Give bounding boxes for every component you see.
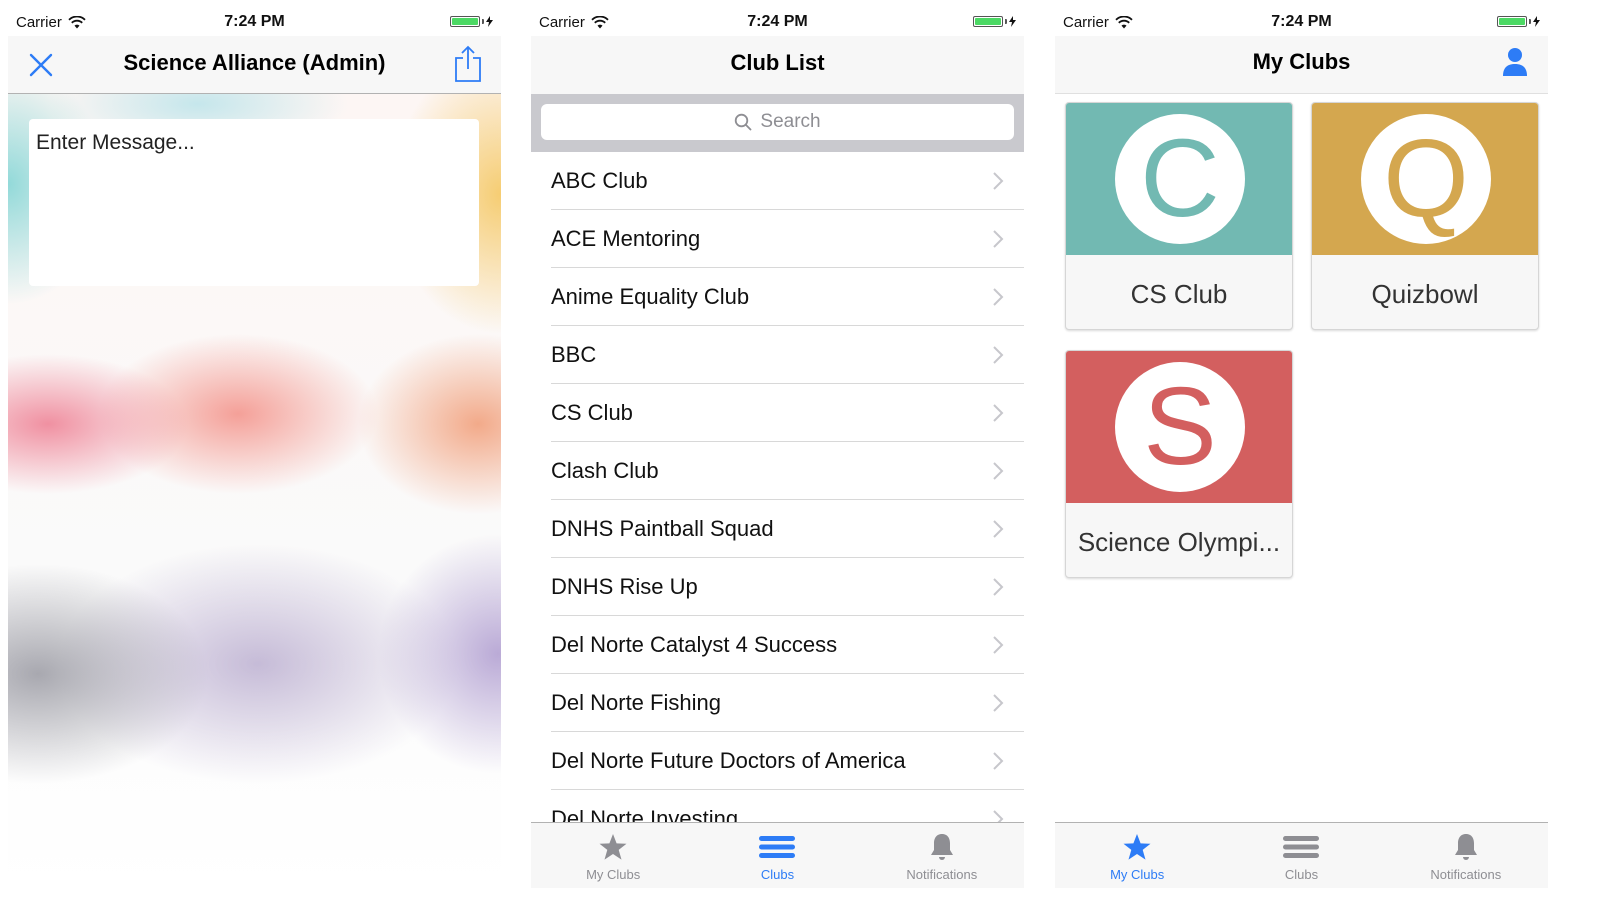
tab-label: My Clubs xyxy=(586,867,641,882)
tab-label: Clubs xyxy=(1284,867,1319,882)
person-icon xyxy=(1503,48,1527,76)
club-name: ABC Club xyxy=(551,168,648,193)
tab-label: Notifications xyxy=(906,867,978,882)
list-item[interactable]: ACE Mentoring xyxy=(531,210,1024,268)
tab-notifications[interactable]: Notifications xyxy=(1384,823,1548,888)
chevron-right-icon xyxy=(993,694,1004,712)
chevron-right-icon xyxy=(993,172,1004,190)
tab-my-clubs[interactable]: My Clubs xyxy=(1055,823,1219,888)
card-name: Science Olympi... xyxy=(1077,527,1281,557)
charging-bolt-icon xyxy=(486,16,493,27)
star-icon xyxy=(599,834,627,860)
tab-bar: My Clubs Clubs Notifications xyxy=(531,822,1024,888)
star-icon xyxy=(1123,834,1151,860)
list-item[interactable]: CS Club xyxy=(531,384,1024,442)
list-icon xyxy=(1283,836,1320,858)
card-name: Quizbowl xyxy=(1371,279,1479,309)
club-name: Del Norte Fishing xyxy=(551,690,721,715)
club-name: Del Norte Future Doctors of America xyxy=(551,748,906,773)
compose-screen: Carrier 7:24 PM Science Alliance (Admin) xyxy=(8,10,501,888)
page-title: Science Alliance (Admin) xyxy=(123,50,386,75)
card-letter: S xyxy=(1143,365,1217,488)
club-card-cs[interactable]: C CS Club xyxy=(1065,102,1293,330)
list-item[interactable]: Clash Club xyxy=(531,442,1024,500)
bell-icon xyxy=(930,834,953,860)
status-time: 7:24 PM xyxy=(224,13,285,30)
profile-button[interactable] xyxy=(1500,46,1530,78)
list-item[interactable]: Del Norte Future Doctors of America xyxy=(531,732,1024,790)
list-item[interactable]: Del Norte Catalyst 4 Success xyxy=(531,616,1024,674)
battery-icon xyxy=(1497,16,1540,27)
list-item[interactable]: ABC Club xyxy=(531,152,1024,210)
search-input[interactable]: Search xyxy=(541,104,1014,140)
club-card-science-olympiad[interactable]: S Science Olympi... xyxy=(1065,350,1293,578)
club-name: Del Norte Catalyst 4 Success xyxy=(551,632,838,657)
search-placeholder: Search xyxy=(760,111,821,132)
tab-bar: My Clubs Clubs Notifications xyxy=(1055,822,1548,888)
nav-bar: Science Alliance (Admin) xyxy=(8,36,501,94)
chevron-right-icon xyxy=(993,288,1004,306)
club-name: DNHS Rise Up xyxy=(551,574,698,599)
list-icon xyxy=(759,836,796,858)
list-item[interactable]: BBC xyxy=(531,326,1024,384)
card-letter: C xyxy=(1140,117,1220,240)
club-name: Anime Equality Club xyxy=(551,284,750,309)
message-input[interactable] xyxy=(29,119,479,286)
chevron-right-icon xyxy=(993,346,1004,364)
list-item[interactable]: DNHS Paintball Squad xyxy=(531,500,1024,558)
club-name: DNHS Paintball Squad xyxy=(551,516,774,541)
club-name: Clash Club xyxy=(551,458,659,483)
tab-my-clubs[interactable]: My Clubs xyxy=(531,823,695,888)
charging-bolt-icon xyxy=(1009,16,1016,27)
nav-bar: Club List xyxy=(531,36,1024,94)
share-button[interactable] xyxy=(453,44,483,84)
status-time: 7:24 PM xyxy=(1271,13,1332,30)
club-list-screen: Carrier 7:24 PM Club List Search ABC Clu… xyxy=(531,10,1024,888)
chevron-right-icon xyxy=(993,462,1004,480)
list-item[interactable]: Anime Equality Club xyxy=(531,268,1024,326)
status-bar: Carrier 7:24 PM xyxy=(531,10,1024,36)
page-title: My Clubs xyxy=(1252,49,1351,74)
list-item[interactable]: Del Norte Fishing xyxy=(531,674,1024,732)
tab-notifications[interactable]: Notifications xyxy=(860,823,1024,888)
message-box xyxy=(29,119,479,286)
club-name: ACE Mentoring xyxy=(551,226,701,251)
tab-clubs[interactable]: Clubs xyxy=(695,823,859,888)
nav-bar: My Clubs xyxy=(1055,36,1548,94)
card-avatar: S xyxy=(1115,362,1245,492)
search-icon xyxy=(735,113,752,131)
list-item[interactable]: DNHS Rise Up xyxy=(531,558,1024,616)
battery-icon xyxy=(450,16,493,27)
card-letter: Q xyxy=(1383,117,1469,240)
club-card-quizbowl[interactable]: Q Quizbowl xyxy=(1311,102,1539,330)
search-bar: Search xyxy=(531,94,1024,152)
chevron-right-icon xyxy=(993,404,1004,422)
share-icon xyxy=(455,45,481,82)
status-time: 7:24 PM xyxy=(747,13,808,30)
club-name: BBC xyxy=(551,342,597,367)
my-clubs-screen: Carrier 7:24 PM My Clubs C CS Club Q Qui… xyxy=(1055,10,1548,888)
tab-label: Notifications xyxy=(1430,867,1502,882)
card-avatar: Q xyxy=(1361,114,1491,244)
bell-icon xyxy=(1454,834,1477,860)
chevron-right-icon xyxy=(993,520,1004,538)
chevron-right-icon xyxy=(993,230,1004,248)
card-name: CS Club xyxy=(1130,279,1228,309)
club-list: ABC Club ACE Mentoring Anime Equality Cl… xyxy=(531,152,1024,848)
club-name: CS Club xyxy=(551,400,633,425)
card-avatar: C xyxy=(1115,114,1245,244)
charging-bolt-icon xyxy=(1533,16,1540,27)
status-bar: Carrier 7:24 PM xyxy=(1055,10,1548,36)
page-title: Club List xyxy=(730,50,825,75)
battery-icon xyxy=(973,16,1016,27)
status-bar: Carrier 7:24 PM xyxy=(8,10,501,36)
chevron-right-icon xyxy=(993,578,1004,596)
tab-clubs[interactable]: Clubs xyxy=(1219,823,1383,888)
tab-label: My Clubs xyxy=(1110,867,1165,882)
chevron-right-icon xyxy=(993,636,1004,654)
chevron-right-icon xyxy=(993,752,1004,770)
tab-label: Clubs xyxy=(760,867,795,882)
